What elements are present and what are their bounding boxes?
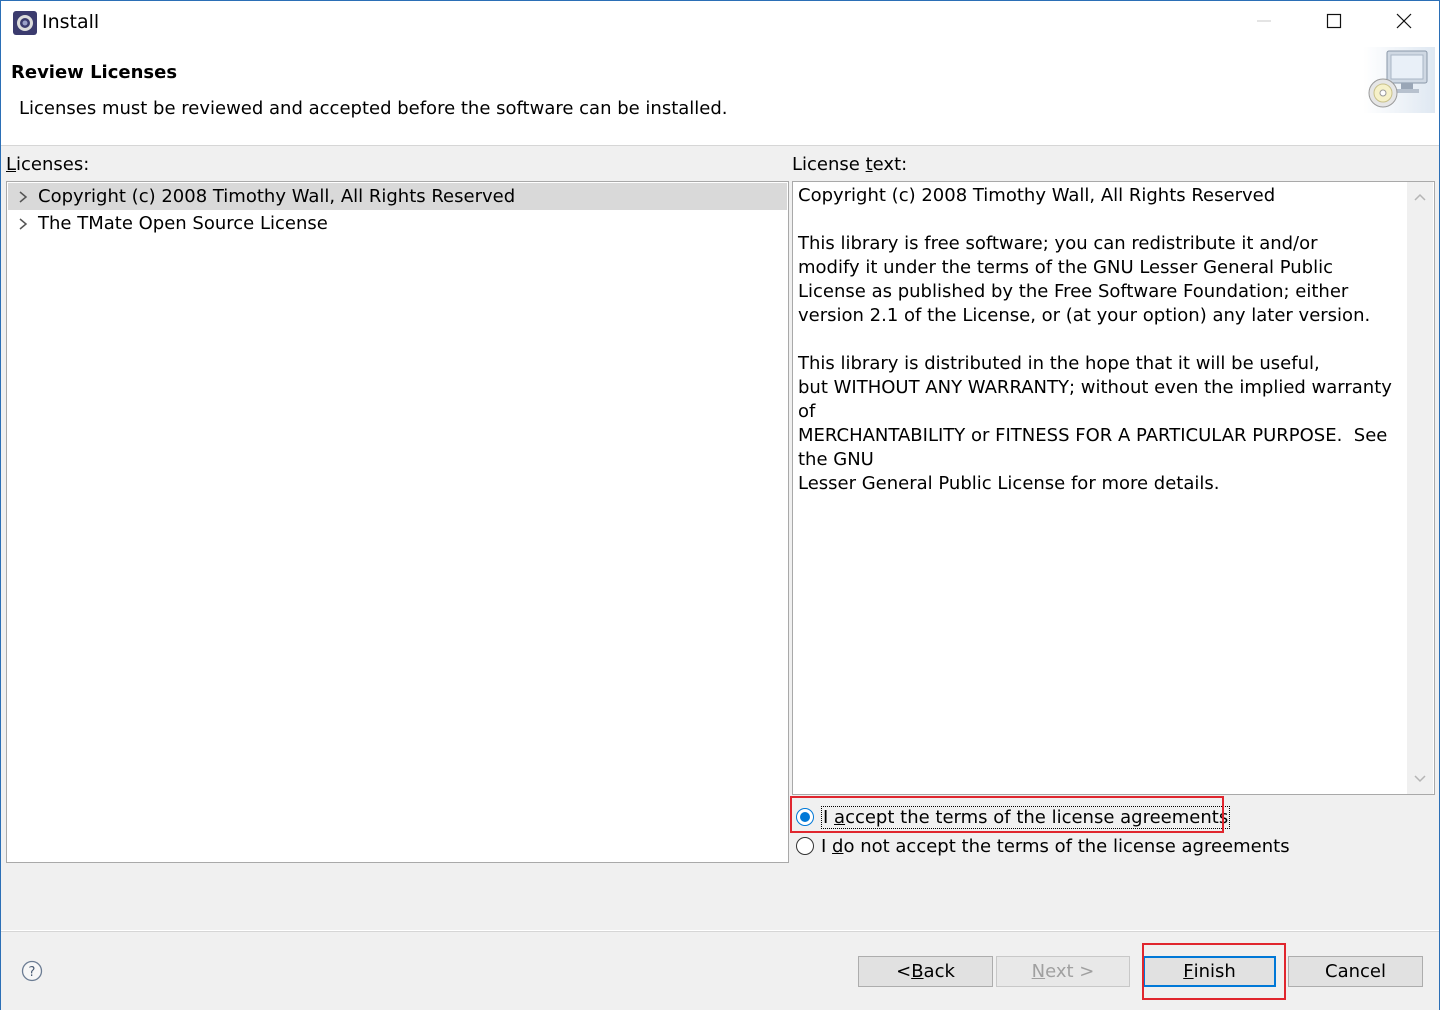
license-text-content: Copyright (c) 2008 Timothy Wall, All Rig… [798, 185, 1392, 494]
close-icon [1396, 13, 1412, 34]
maximize-icon [1326, 13, 1342, 34]
licenses-label: Licenses: [6, 154, 90, 175]
radio-unchecked-icon[interactable] [796, 837, 814, 855]
next-button[interactable]: Next > [996, 956, 1130, 987]
license-text-label: License text: [792, 154, 908, 175]
wizard-body: Licenses: Copyright (c) 2008 Timothy Wal… [1, 146, 1439, 930]
minimize-icon [1256, 13, 1272, 34]
tree-item-copyright-timothy-wall[interactable]: Copyright (c) 2008 Timothy Wall, All Rig… [8, 183, 787, 210]
install-computer-icon [1363, 47, 1435, 113]
title-bar[interactable]: Install [1, 1, 1439, 43]
tree-item-label: The TMate Open Source License [38, 213, 328, 234]
tree-item-tmate-license[interactable]: The TMate Open Source License [8, 210, 787, 237]
decline-radio-label[interactable]: I do not accept the terms of the license… [821, 836, 1290, 857]
wizard-footer: ? < Back Next > Finish Cancel [1, 931, 1439, 1010]
window-title: Install [42, 11, 100, 33]
decline-radio[interactable]: I do not accept the terms of the license… [796, 833, 1290, 859]
page-title: Review Licenses [11, 62, 178, 83]
cancel-button[interactable]: Cancel [1288, 956, 1423, 987]
expand-chevron-icon[interactable] [8, 210, 38, 237]
page-description: Licenses must be reviewed and accepted b… [19, 98, 728, 119]
back-button[interactable]: < Back [858, 956, 993, 987]
expand-chevron-icon[interactable] [8, 183, 38, 210]
tree-item-label: Copyright (c) 2008 Timothy Wall, All Rig… [38, 186, 516, 207]
wizard-header: Review Licenses Licenses must be reviewe… [1, 43, 1439, 146]
help-icon[interactable]: ? [21, 960, 43, 982]
annotation-highlight-accept [790, 796, 1224, 833]
maximize-button[interactable] [1299, 2, 1369, 44]
close-button[interactable] [1369, 2, 1439, 44]
annotation-highlight-finish [1142, 943, 1286, 1000]
svg-text:?: ? [29, 965, 36, 980]
license-text-area[interactable]: Copyright (c) 2008 Timothy Wall, All Rig… [792, 181, 1435, 795]
minimize-button[interactable] [1229, 2, 1299, 44]
vertical-scrollbar[interactable] [1407, 182, 1433, 794]
licenses-tree[interactable]: Copyright (c) 2008 Timothy Wall, All Rig… [6, 181, 789, 863]
scroll-down-icon[interactable] [1407, 766, 1433, 792]
scroll-up-icon[interactable] [1407, 184, 1433, 210]
eclipse-app-icon [13, 11, 37, 35]
